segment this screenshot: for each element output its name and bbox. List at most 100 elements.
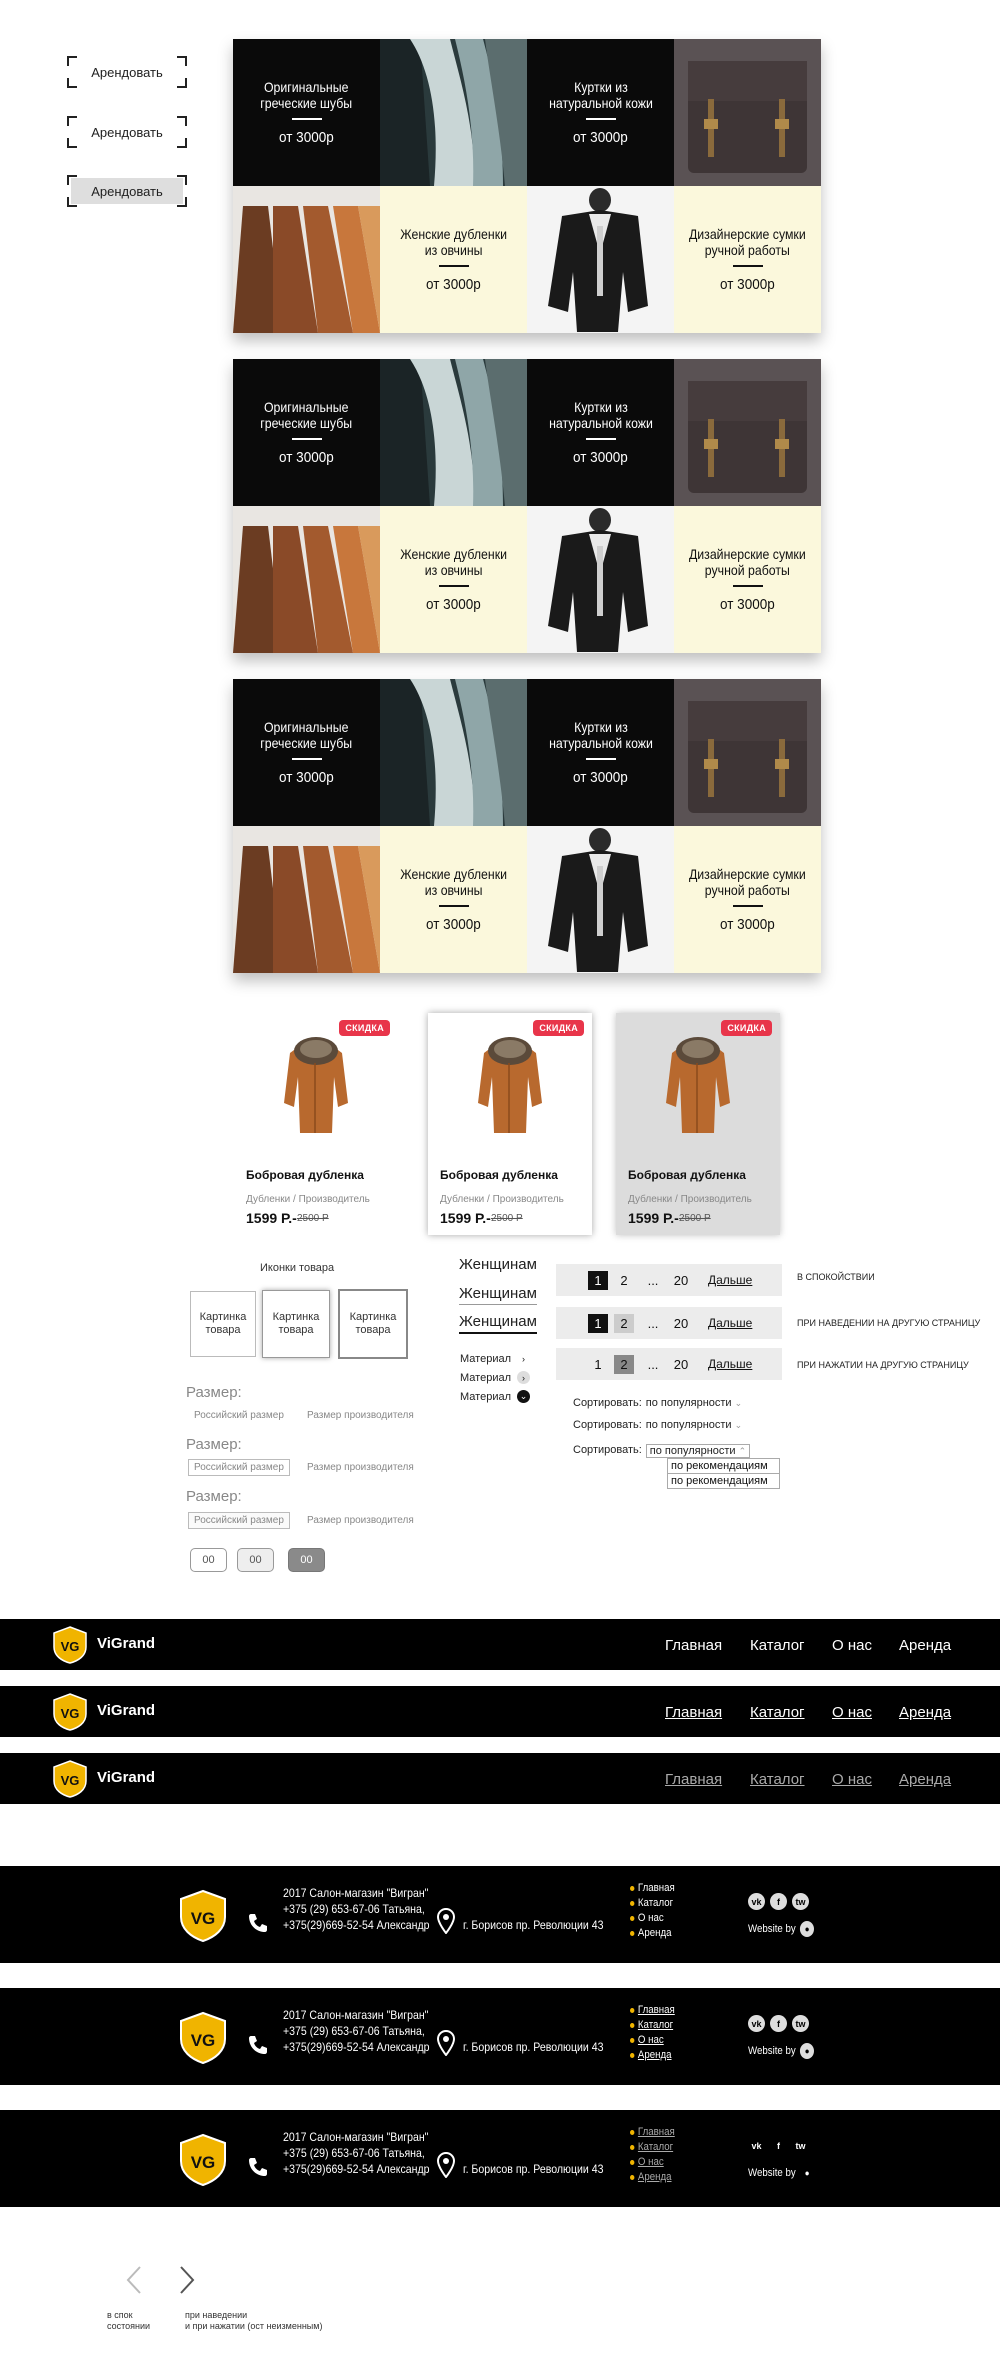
facebook-icon[interactable]: f (770, 2137, 787, 2154)
vigrand-logo-icon[interactable]: VG (50, 1759, 90, 1799)
arrow-left-icon[interactable] (122, 2264, 146, 2296)
size-number-selected[interactable]: 00 (288, 1548, 325, 1572)
category-leather-jackets[interactable]: Куртки из натуральной кожи от 3000р (527, 359, 674, 506)
category-sheepskin-coats[interactable]: Женские дубленки из овчины от 3000р (380, 506, 527, 653)
sort-dropdown-open[interactable]: Сортировать: по популярности ⌃ (573, 1444, 751, 1458)
next-page-link[interactable]: Дальше (708, 1357, 752, 1371)
page-2[interactable]: 2 (614, 1271, 634, 1290)
page-1[interactable]: 1 (588, 1355, 608, 1374)
nav-about[interactable]: О нас (832, 1637, 872, 1654)
product-thumb-pressed[interactable]: Картинка товара (338, 1289, 408, 1359)
vigrand-logo-icon[interactable]: VG (50, 1625, 90, 1665)
footer-nav-home[interactable]: Главная (630, 1881, 675, 1896)
facebook-icon[interactable]: f (770, 1893, 787, 1910)
vigrand-logo-icon[interactable]: VG (177, 1889, 229, 1943)
rent-button-default[interactable]: Арендовать (67, 56, 187, 88)
size-option-russian[interactable]: Российский размер (188, 1512, 290, 1529)
category-greek-furs[interactable]: Оригинальные греческие шубы от 3000р (233, 359, 380, 506)
nav-catalog[interactable]: Каталог (750, 1771, 805, 1788)
brand-name[interactable]: ViGrand (97, 1769, 155, 1786)
category-sheepskin-coats[interactable]: Женские дубленки из овчины от 3000р (380, 186, 527, 333)
next-page-link[interactable]: Дальше (708, 1273, 752, 1287)
nav-catalog[interactable]: Каталог (750, 1637, 805, 1654)
category-greek-furs[interactable]: Оригинальные греческие шубы от 3000р (233, 39, 380, 186)
brand-name[interactable]: ViGrand (97, 1702, 155, 1719)
github-icon[interactable]: ● (800, 2043, 815, 2059)
product-card-default[interactable]: СКИДКА Бобровая дубленка Дубленки / Прои… (234, 1013, 398, 1235)
footer-nav-home[interactable]: Главная (630, 2125, 675, 2140)
github-icon[interactable]: ● (800, 1921, 815, 1937)
footer-nav-catalog[interactable]: Каталог (630, 1896, 675, 1911)
size-number-default[interactable]: 00 (190, 1548, 227, 1572)
product-name[interactable]: Бобровая дубленка (628, 1168, 746, 1182)
product-card-hover[interactable]: СКИДКА Бобровая дубленка Дубленки / Прои… (428, 1013, 592, 1235)
rent-button-hover[interactable]: Арендовать (67, 116, 187, 148)
vigrand-logo-icon[interactable]: VG (50, 1692, 90, 1732)
twitter-icon[interactable]: tw (792, 2137, 809, 2154)
sort-dropdown[interactable]: Сортировать: по популярности ⌄ (573, 1397, 742, 1409)
filter-material[interactable]: Материал › (460, 1352, 530, 1365)
footer-nav-rent[interactable]: Аренда (630, 1926, 675, 1941)
filter-women-active[interactable]: Женщинам (459, 1313, 537, 1334)
vk-icon[interactable]: vk (748, 2015, 765, 2032)
page-2[interactable]: 2 (614, 1314, 634, 1333)
footer-nav-rent[interactable]: Аренда (630, 2048, 675, 2063)
page-1[interactable]: 1 (588, 1314, 608, 1333)
page-20[interactable]: 20 (671, 1355, 691, 1374)
category-designer-bags[interactable]: Дизайнерские сумки ручной работы от 3000р (674, 826, 821, 973)
page-2[interactable]: 2 (614, 1355, 634, 1374)
category-designer-bags[interactable]: Дизайнерские сумки ручной работы от 3000р (674, 506, 821, 653)
vk-icon[interactable]: vk (748, 2137, 765, 2154)
footer-nav-catalog[interactable]: Каталог (630, 2140, 675, 2155)
page-20[interactable]: 20 (671, 1314, 691, 1333)
vk-icon[interactable]: vk (748, 1893, 765, 1910)
nav-rent[interactable]: Аренда (899, 1637, 951, 1654)
nav-rent[interactable]: Аренда (899, 1771, 951, 1788)
category-leather-jackets[interactable]: Куртки из натуральной кожи от 3000р (527, 679, 674, 826)
product-name[interactable]: Бобровая дубленка (440, 1168, 558, 1182)
size-option-maker[interactable]: Размер производителя (307, 1410, 414, 1421)
filter-material-hover[interactable]: Материал › (460, 1371, 530, 1384)
size-option-russian[interactable]: Российский размер (194, 1410, 284, 1421)
vigrand-logo-icon[interactable]: VG (177, 2133, 229, 2187)
product-card-pressed[interactable]: СКИДКА Бобровая дубленка Дубленки / Прои… (616, 1013, 780, 1235)
page-20[interactable]: 20 (671, 1271, 691, 1290)
size-option-maker[interactable]: Размер производителя (307, 1515, 414, 1526)
category-leather-jackets[interactable]: Куртки из натуральной кожи от 3000р (527, 39, 674, 186)
vigrand-logo-icon[interactable]: VG (177, 2011, 229, 2065)
footer-nav-about[interactable]: О нас (630, 2155, 675, 2170)
facebook-icon[interactable]: f (770, 2015, 787, 2032)
filter-women[interactable]: Женщинам (459, 1256, 537, 1275)
github-icon[interactable]: ● (800, 2165, 814, 2181)
category-sheepskin-coats[interactable]: Женские дубленки из овчины от 3000р (380, 826, 527, 973)
product-thumb-hover[interactable]: Картинка товара (262, 1290, 330, 1358)
brand-name[interactable]: ViGrand (97, 1635, 155, 1652)
nav-catalog[interactable]: Каталог (750, 1704, 805, 1721)
nav-rent[interactable]: Аренда (899, 1704, 951, 1721)
arrow-right-icon[interactable] (175, 2264, 199, 2296)
footer-nav-catalog[interactable]: Каталог (630, 2018, 675, 2033)
size-option-maker[interactable]: Размер производителя (307, 1462, 414, 1473)
footer-nav-about[interactable]: О нас (630, 2033, 675, 2048)
nav-about[interactable]: О нас (832, 1771, 872, 1788)
filter-material-open[interactable]: Материал ⌄ (460, 1390, 530, 1403)
category-greek-furs[interactable]: Оригинальные греческие шубы от 3000р (233, 679, 380, 826)
nav-home[interactable]: Главная (665, 1771, 722, 1788)
filter-women-hover[interactable]: Женщинам (459, 1285, 537, 1305)
page-1[interactable]: 1 (588, 1271, 608, 1290)
footer-nav-home[interactable]: Главная (630, 2003, 675, 2018)
sort-option[interactable]: по рекомендациям (668, 1459, 779, 1473)
twitter-icon[interactable]: tw (792, 1893, 809, 1910)
rent-button-pressed[interactable]: Арендовать (67, 175, 187, 207)
nav-about[interactable]: О нас (832, 1704, 872, 1721)
footer-nav-about[interactable]: О нас (630, 1911, 675, 1926)
size-option-russian[interactable]: Российский размер (188, 1459, 290, 1476)
nav-home[interactable]: Главная (665, 1637, 722, 1654)
sort-dropdown-hover[interactable]: Сортировать: по популярности ⌄ (573, 1419, 742, 1431)
nav-home[interactable]: Главная (665, 1704, 722, 1721)
next-page-link[interactable]: Дальше (708, 1316, 752, 1330)
product-thumb-default[interactable]: Картинка товара (190, 1291, 256, 1357)
product-name[interactable]: Бобровая дубленка (246, 1168, 364, 1182)
size-number-hover[interactable]: 00 (237, 1548, 274, 1572)
sort-option[interactable]: по рекомендациям (668, 1473, 779, 1488)
